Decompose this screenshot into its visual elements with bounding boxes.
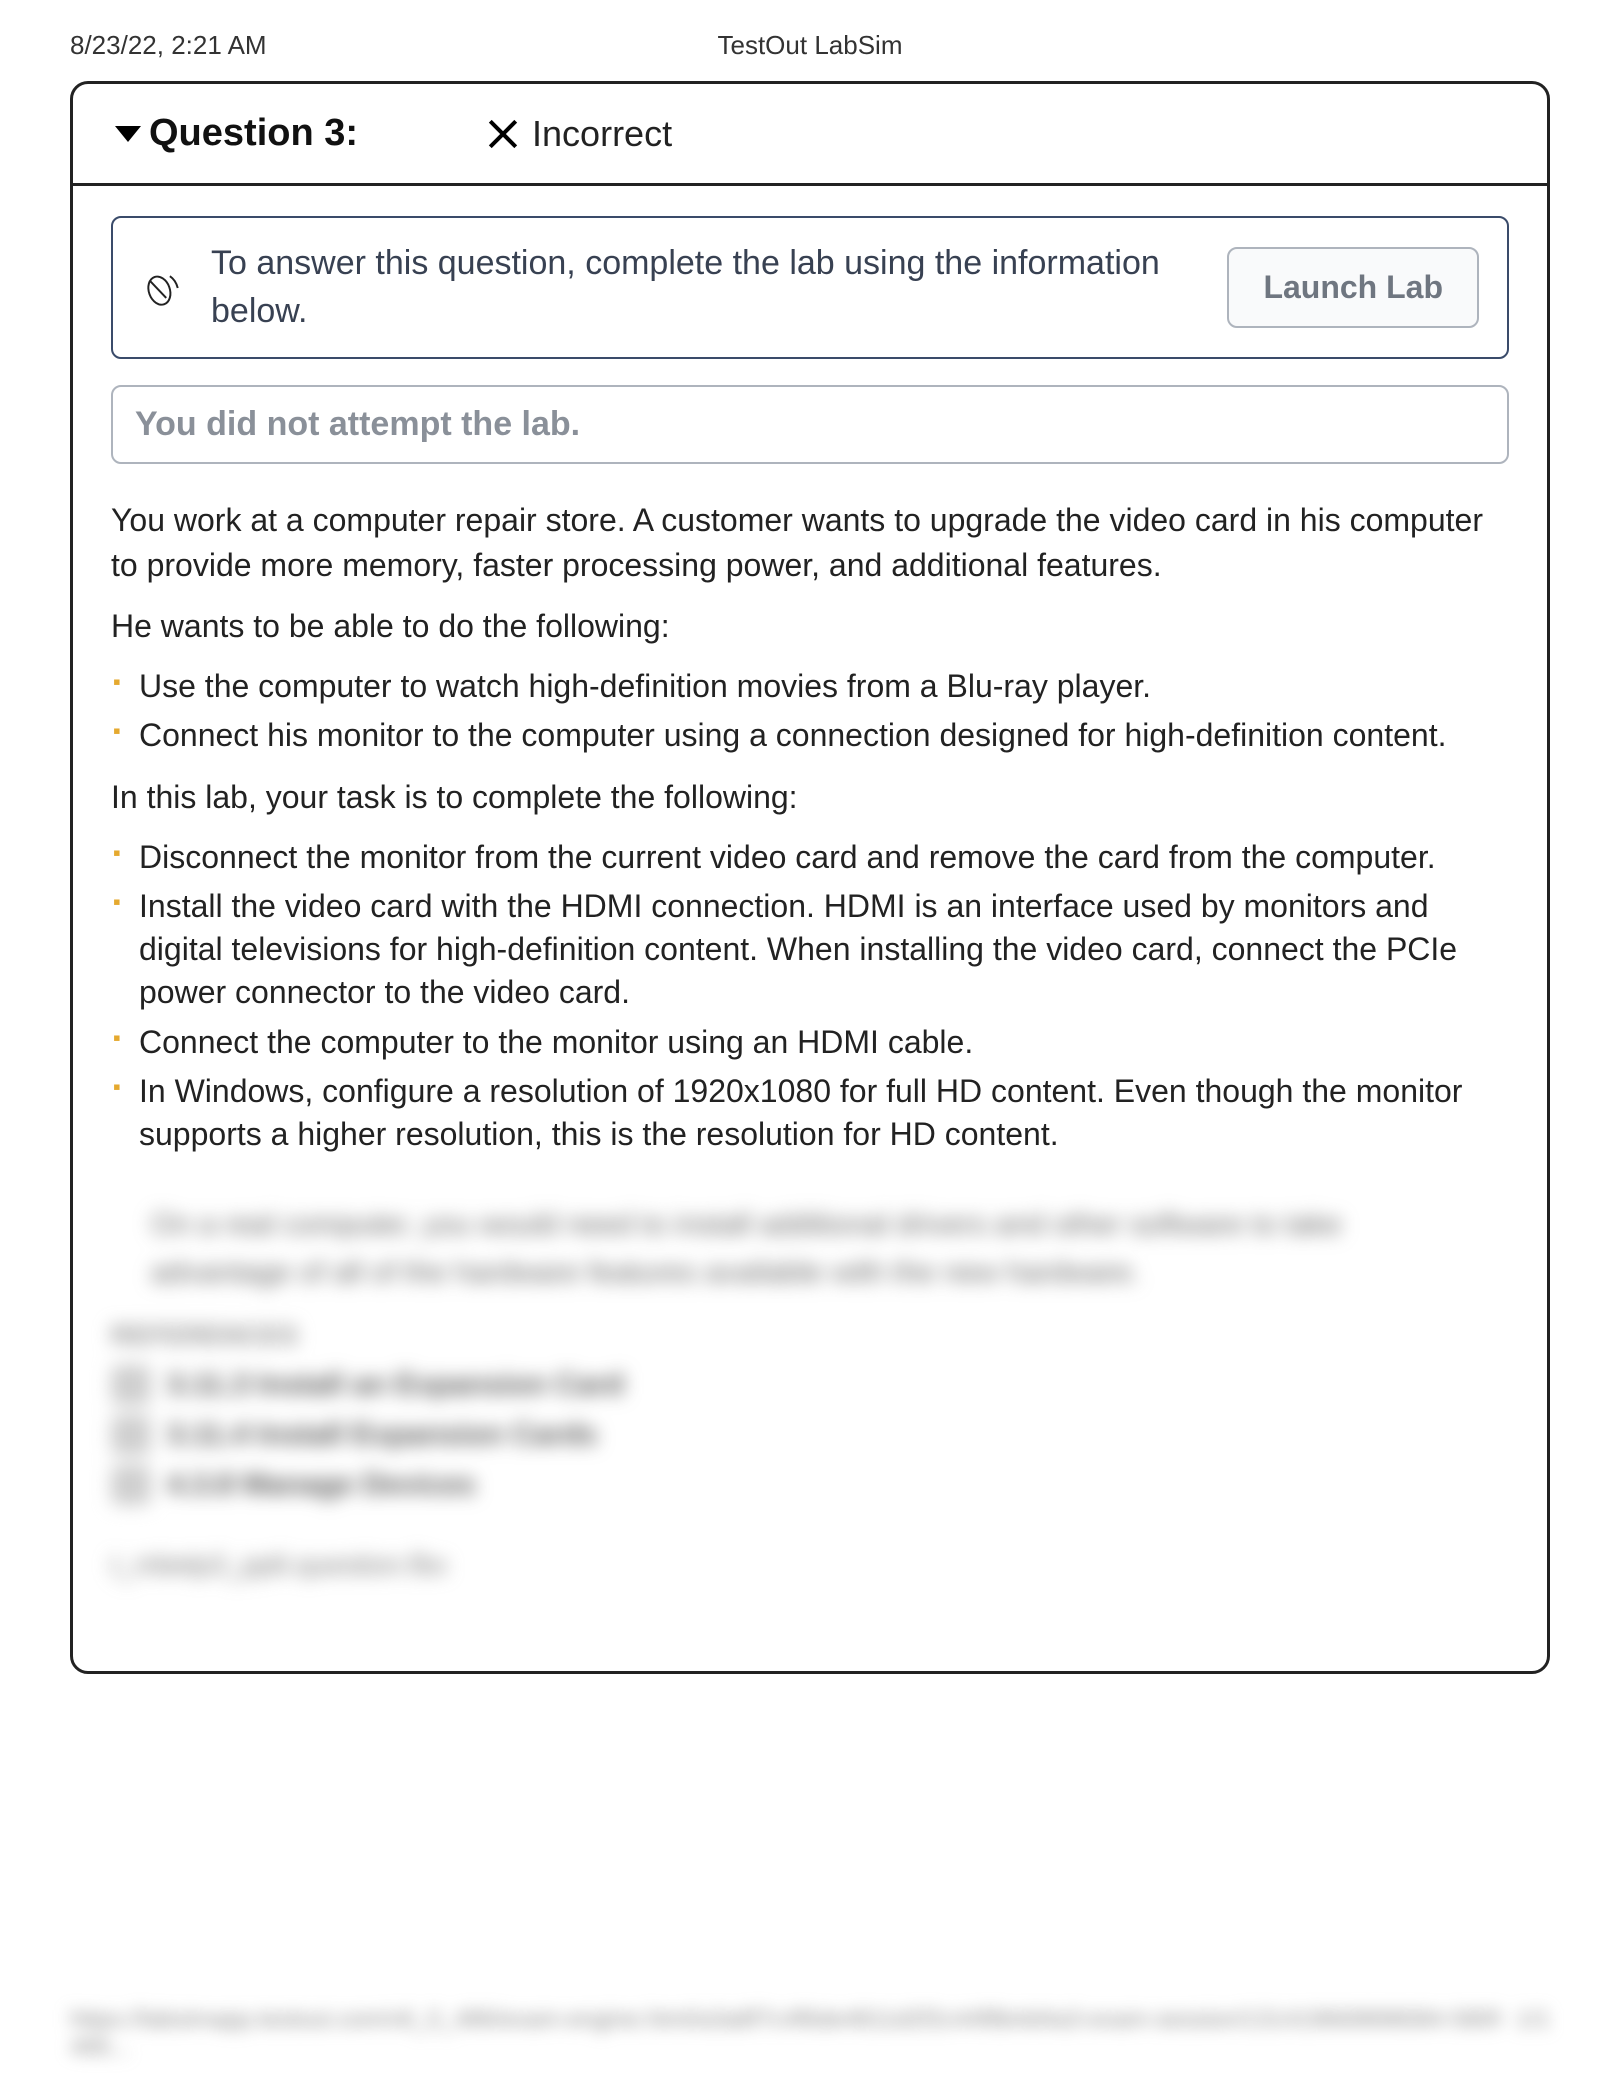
doc-icon [111,1365,151,1405]
reference-text: 3.11.3 Install an Expansion Card [167,1368,624,1402]
list-item: In Windows, configure a resolution of 19… [139,1070,1509,1156]
task-list: Disconnect the monitor from the current … [111,836,1509,1156]
references-title: REFERENCES [111,1320,1509,1351]
caret-down-icon [115,126,141,142]
footer-page: 1/1 [1517,2006,1550,2062]
close-icon [488,119,518,149]
print-footer: https://labsimapp.testout.com/v6_0_486/e… [70,2006,1550,2062]
lab-attempt-warning-text: You did not attempt the lab. [135,405,1485,444]
blur-note-line1: On a real computer, you would need to in… [151,1204,1509,1246]
list-item: Disconnect the monitor from the current … [139,836,1509,879]
list-item: Connect his monitor to the computer usin… [139,714,1509,757]
intro-paragraph: You work at a computer repair store. A c… [111,498,1509,588]
question-status-text: Incorrect [532,113,672,155]
blurred-section: On a real computer, you would need to in… [111,1176,1509,1631]
question-status: Incorrect [488,113,672,155]
lab-attempt-warning: You did not attempt the lab. [111,385,1509,464]
question-title-text: Question 3: [149,112,358,155]
app-title: TestOut LabSim [0,30,1620,61]
reference-row[interactable]: 3.11.3 Install an Expansion Card [111,1365,1509,1405]
question-file: t_mbelp3_pp6.question.fbx [111,1549,1509,1581]
question-title[interactable]: Question 3: [115,112,358,155]
question-card: Question 3: Incorrect To answer this que… [70,81,1550,1674]
question-content: You work at a computer repair store. A c… [111,498,1509,1156]
list-item: Install the video card with the HDMI con… [139,885,1509,1015]
wants-paragraph: He wants to be able to do the following: [111,604,1509,649]
reference-row[interactable]: 4.3.8 Manage Devices [111,1465,1509,1505]
lab-info-box: To answer this question, complete the la… [111,216,1509,359]
hand-icon [111,1415,151,1455]
hand-icon [111,1465,151,1505]
reference-text: 3.11.4 Install Expansion Cards [167,1418,597,1452]
reference-row[interactable]: 3.11.4 Install Expansion Cards [111,1415,1509,1455]
lab-info-text: To answer this question, complete the la… [211,240,1199,335]
wants-list: Use the computer to watch high-definitio… [111,665,1509,757]
task-intro-paragraph: In this lab, your task is to complete th… [111,775,1509,820]
list-item: Use the computer to watch high-definitio… [139,665,1509,708]
mouse-icon [141,267,183,309]
print-header: 8/23/22, 2:21 AM TestOut LabSim . [70,30,1550,61]
launch-lab-button[interactable]: Launch Lab [1227,247,1479,328]
reference-text: 4.3.8 Manage Devices [167,1468,476,1502]
list-item: Connect the computer to the monitor usin… [139,1021,1509,1064]
footer-url: https://labsimapp.testout.com/v6_0_486/e… [70,2006,1517,2062]
question-header[interactable]: Question 3: Incorrect [73,84,1547,186]
blur-note-line2: advantage of all of the hardware feature… [151,1252,1509,1294]
